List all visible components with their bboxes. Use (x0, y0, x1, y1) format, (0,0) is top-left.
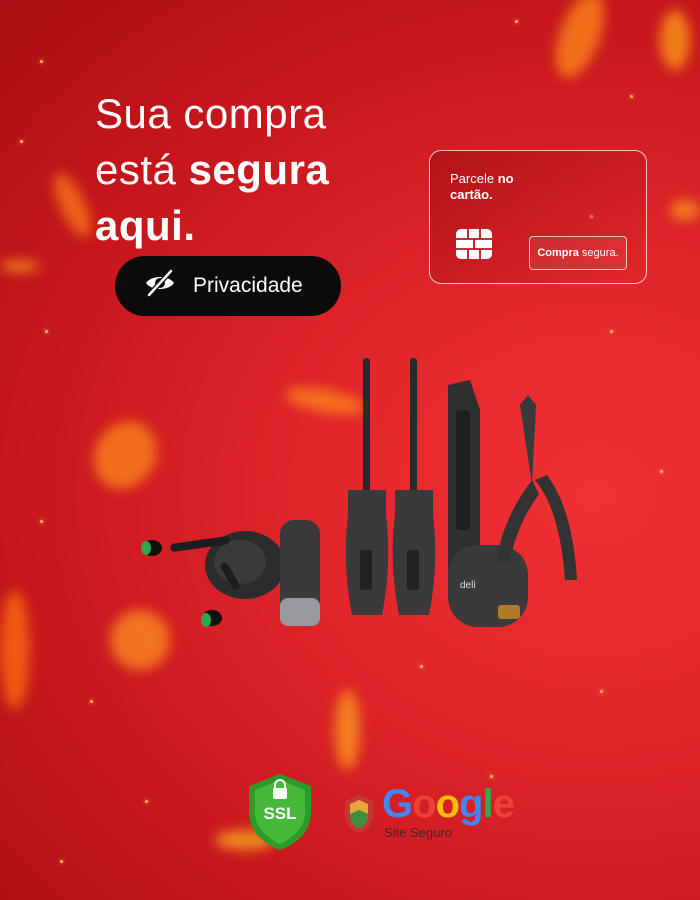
fishing-reel-icon (141, 531, 285, 627)
fire-glow (670, 200, 700, 220)
fire-glow (0, 260, 40, 272)
card-text-bold-1: no (497, 171, 514, 186)
spark (145, 800, 148, 803)
privacy-button-label: Privacidade (193, 274, 303, 297)
pliers-icon (497, 395, 577, 580)
privacy-button[interactable]: Privacidade (115, 256, 341, 316)
site-seguro-label: Site Seguro (384, 825, 452, 840)
credit-card-graphic: Parcele no cartão. Compra segura. (429, 150, 647, 284)
svg-text:deli: deli (460, 580, 476, 591)
spark (60, 860, 63, 863)
eye-off-icon (143, 266, 177, 306)
headline-line-2-regular: está (95, 146, 189, 193)
ssl-label: SSL (263, 804, 297, 823)
promo-banner: Sua compra está segura aqui. Privacidade… (0, 0, 700, 900)
compra-segura-bold: Compra (537, 247, 579, 259)
screwdriver-icon (345, 358, 389, 615)
ssl-badge: SSL (245, 772, 315, 852)
headline-line-1: Sua compra (95, 90, 327, 137)
tape-measure-icon: deli (448, 545, 528, 627)
spark (45, 330, 48, 333)
spark (600, 690, 603, 693)
spark (20, 140, 23, 143)
headline-line-2: está segura (95, 142, 329, 198)
spark (420, 665, 423, 668)
card-text: Parcele no cartão. (450, 171, 514, 203)
fire-glow (46, 167, 99, 243)
headline-line-3: aqui. (95, 202, 196, 249)
compra-segura-button[interactable]: Compra segura. (529, 236, 627, 270)
spark (90, 700, 93, 703)
tools-product-image: deli (141, 358, 577, 627)
fire-glow (660, 10, 690, 70)
spark (630, 95, 633, 98)
screwdriver-icon (392, 358, 436, 615)
google-wordmark: Google (382, 782, 515, 826)
fire-glow (545, 0, 615, 85)
google-site-seguro-badge: Google Site Seguro (344, 782, 515, 842)
card-text-bold-2: cartão. (450, 187, 493, 202)
card-text-regular: Parcele (450, 171, 498, 186)
google-shield-icon (344, 794, 374, 839)
fire-glow (335, 690, 360, 770)
spark (515, 20, 518, 23)
spark (40, 60, 43, 63)
headline: Sua compra está segura aqui. (95, 86, 329, 254)
hammer-icon (280, 520, 320, 626)
headline-line-2-bold: segura (188, 146, 330, 193)
spark (490, 775, 493, 778)
spark (660, 470, 663, 473)
spark (610, 330, 613, 333)
card-chip-icon (456, 229, 492, 259)
spark (40, 520, 43, 523)
fire-glow (0, 590, 30, 710)
compra-segura-regular: segura. (581, 247, 619, 259)
